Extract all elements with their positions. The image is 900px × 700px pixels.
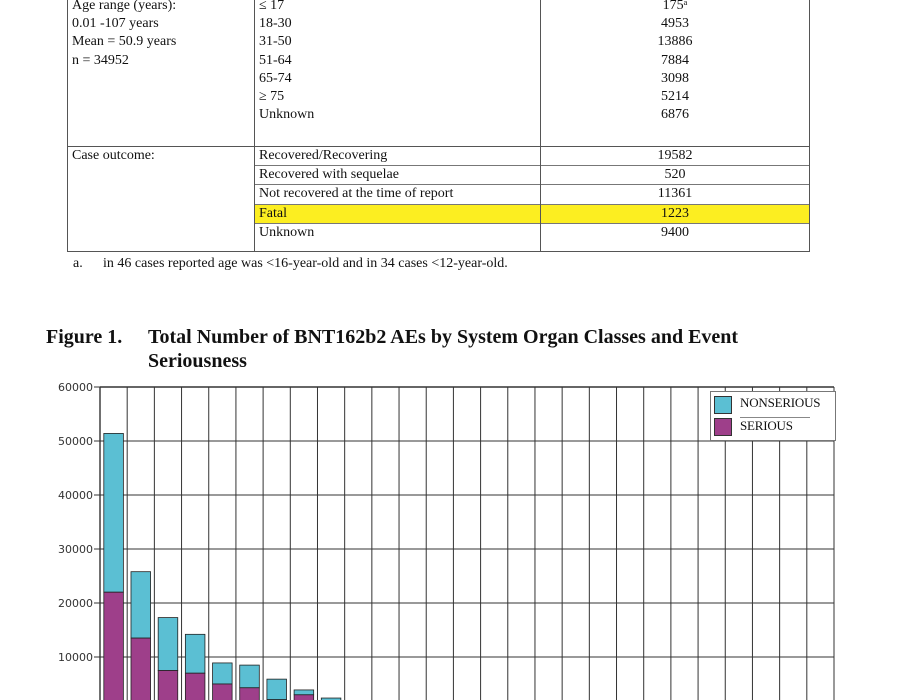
- bar-serious: [157, 670, 179, 700]
- bar-serious: [239, 687, 260, 700]
- y-tick-label: 50000: [58, 435, 93, 448]
- bar-serious: [212, 683, 233, 700]
- bar-serious: [103, 591, 124, 700]
- bar-nonserious: [266, 678, 287, 700]
- legend-swatch-serious: [714, 418, 732, 436]
- bar-nonserious: [293, 689, 315, 696]
- bar-nonserious: [130, 571, 151, 639]
- legend-label-nonserious: NONSERIOUS: [740, 395, 821, 410]
- bar-nonserious: [103, 433, 124, 593]
- y-tick-label: 20000: [58, 597, 93, 610]
- y-tick-label: 40000: [58, 489, 93, 502]
- y-tick-label: 30000: [58, 543, 93, 556]
- y-tick-label: 60000: [58, 381, 93, 394]
- bar-serious: [184, 672, 206, 700]
- bar-nonserious: [157, 617, 179, 671]
- y-axis: 60000 50000 40000 30000 20000 10000: [58, 381, 101, 700]
- bar-serious: [130, 637, 151, 700]
- bar-nonserious: [239, 664, 260, 689]
- y-tick-label: 10000: [58, 651, 93, 664]
- bar-serious: [293, 694, 315, 700]
- bar-nonserious: [184, 633, 206, 674]
- chart-legend: NONSERIOUS SERIOUS: [710, 391, 836, 441]
- ae-bar-chart: 60000 50000 40000 30000 20000 10000: [58, 381, 835, 700]
- legend-swatch-nonserious: [714, 396, 732, 414]
- bar-nonserious: [212, 662, 233, 685]
- legend-label-serious: SERIOUS: [740, 417, 810, 434]
